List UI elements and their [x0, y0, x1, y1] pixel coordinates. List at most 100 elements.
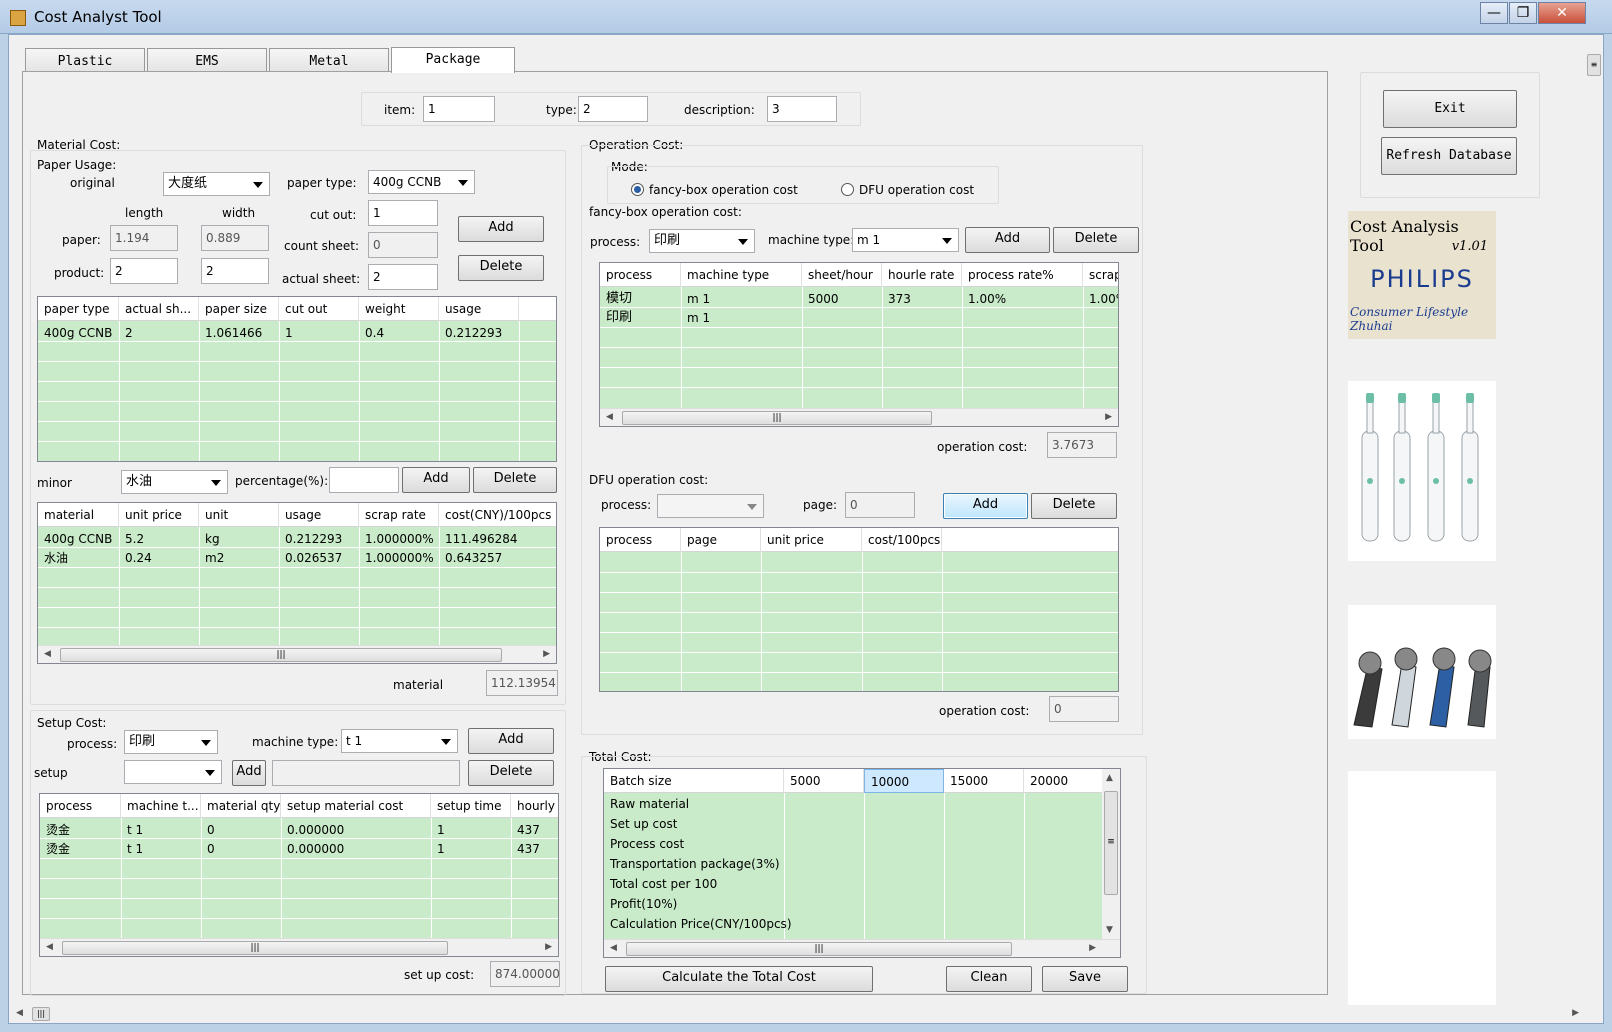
minor-grid-header[interactable]: cost(CNY)/100pcs: [439, 503, 556, 527]
setup-grid-header[interactable]: setup time: [431, 794, 511, 818]
paper-grid-cell[interactable]: 0.4: [359, 323, 384, 343]
minor-grid-cell[interactable]: 1.000000%: [359, 548, 434, 568]
paper-add-button[interactable]: Add: [458, 216, 544, 242]
minor-delete-button[interactable]: Delete: [473, 467, 557, 493]
percentage-input[interactable]: [329, 467, 399, 493]
setup-grid-header[interactable]: setup material cost: [281, 794, 431, 818]
setup-add-button[interactable]: Add: [468, 728, 554, 754]
refresh-database-button[interactable]: Refresh Database: [1381, 137, 1517, 175]
total-row-label[interactable]: Raw material: [604, 794, 689, 814]
total-grid-header-selected[interactable]: 10000: [864, 769, 944, 793]
paper-type-select[interactable]: 400g CCNB: [368, 170, 475, 194]
fancy-box-radio-label[interactable]: fancy-box operation cost: [649, 183, 798, 197]
setup-grid-cell[interactable]: 烫金: [40, 820, 70, 840]
total-grid[interactable]: Batch size 5000 10000 15000 20000 Raw ma…: [603, 768, 1121, 958]
paper-grid-cell[interactable]: 2: [119, 323, 133, 343]
paper-delete-button[interactable]: Delete: [458, 255, 544, 281]
fancy-grid-cell[interactable]: 1.00%: [962, 289, 1006, 309]
type-input[interactable]: 2: [578, 96, 648, 122]
dfu-delete-button[interactable]: Delete: [1031, 493, 1117, 519]
paper-grid-cell[interactable]: 0.212293: [439, 323, 502, 343]
minor-grid-header[interactable]: unit price: [119, 503, 199, 527]
minor-grid-header[interactable]: unit: [199, 503, 279, 527]
dfu-grid-header[interactable]: process: [600, 528, 681, 552]
setup-add-small-button[interactable]: Add: [232, 760, 266, 786]
clean-button[interactable]: Clean: [946, 966, 1032, 992]
dfu-radio-label[interactable]: DFU operation cost: [859, 183, 974, 197]
product-length-input[interactable]: 2: [110, 258, 178, 284]
paper-grid[interactable]: paper type actual sh... paper size cut o…: [37, 296, 557, 462]
tab-plastic[interactable]: Plastic: [25, 48, 145, 72]
tab-ems[interactable]: EMS: [147, 48, 267, 72]
setup-grid-scrollbar[interactable]: ◀ ||| ▶: [40, 938, 558, 956]
paper-grid-cell[interactable]: 400g CCNB: [38, 323, 112, 343]
fancy-grid-cell[interactable]: 5000: [802, 289, 839, 309]
total-row-label[interactable]: Transportation package(3%): [604, 854, 780, 874]
setup-grid-cell[interactable]: 烫金: [40, 839, 70, 859]
original-select[interactable]: 大度纸: [163, 172, 270, 196]
fancy-grid-cell[interactable]: m 1: [681, 308, 710, 328]
exit-button[interactable]: Exit: [1383, 90, 1517, 128]
minor-grid-cell[interactable]: 400g CCNB: [38, 529, 112, 549]
setup-grid-cell[interactable]: t 1: [121, 820, 143, 840]
minor-grid-cell[interactable]: kg: [199, 529, 220, 549]
fancy-grid-cell[interactable]: 373: [882, 289, 911, 309]
setup-grid-cell[interactable]: 1: [431, 820, 445, 840]
total-grid-vscrollbar[interactable]: ▲ ≡ ▼: [1102, 769, 1120, 941]
minor-grid-cell[interactable]: 5.2: [119, 529, 144, 549]
fancy-grid-header[interactable]: sheet/hour: [802, 263, 882, 287]
tab-metal[interactable]: Metal: [269, 48, 389, 72]
dfu-add-button[interactable]: Add: [943, 493, 1028, 519]
fancy-grid-cell[interactable]: m 1: [681, 289, 710, 309]
actual-sheet-input[interactable]: 2: [368, 264, 438, 290]
minor-grid-cell[interactable]: 0.026537: [279, 548, 342, 568]
setup-machine-type-select[interactable]: t 1: [341, 729, 458, 753]
save-button[interactable]: Save: [1042, 966, 1128, 992]
total-row-label[interactable]: Profit(10%): [604, 894, 677, 914]
minor-grid-cell[interactable]: 0.643257: [439, 548, 502, 568]
fancy-grid-scrollbar[interactable]: ◀ ||| ▶: [600, 408, 1118, 426]
minor-grid-cell[interactable]: m2: [199, 548, 224, 568]
fancy-grid-cell[interactable]: 模切: [600, 289, 632, 309]
setup-grid-header[interactable]: process: [40, 794, 121, 818]
minor-grid-cell[interactable]: 1.000000%: [359, 529, 434, 549]
fancy-delete-button[interactable]: Delete: [1053, 227, 1139, 253]
minor-grid-cell[interactable]: 水油: [38, 548, 68, 568]
dfu-radio[interactable]: [841, 183, 854, 196]
paper-grid-header[interactable]: usage: [439, 297, 519, 321]
cut-out-input[interactable]: 1: [368, 200, 438, 226]
fancy-box-radio[interactable]: [631, 183, 644, 196]
fancy-grid-cell[interactable]: 1.00%: [1083, 289, 1118, 309]
setup-process-select[interactable]: 印刷: [124, 730, 218, 754]
minor-grid-header[interactable]: material: [38, 503, 119, 527]
minor-grid-header[interactable]: scrap rate: [359, 503, 439, 527]
paper-grid-header[interactable]: paper size: [199, 297, 279, 321]
total-grid-header[interactable]: 20000: [1024, 769, 1104, 793]
total-grid-header[interactable]: Batch size: [604, 769, 784, 793]
setup-grid-cell[interactable]: 437: [511, 820, 540, 840]
setup-grid-cell[interactable]: 0: [201, 839, 215, 859]
setup-grid[interactable]: process machine t... material qty setup …: [39, 793, 559, 957]
dfu-grid-header[interactable]: unit price: [761, 528, 862, 552]
minor-add-button[interactable]: Add: [402, 467, 470, 493]
fancy-machine-type-select[interactable]: m 1: [852, 228, 959, 252]
fancy-grid-header[interactable]: process rate%: [962, 263, 1083, 287]
fancy-grid-header[interactable]: machine type: [681, 263, 802, 287]
total-row-label[interactable]: Calculation Price(CNY/100pcs): [604, 914, 792, 934]
maximize-button[interactable]: ❐: [1509, 2, 1537, 24]
total-grid-header[interactable]: 5000: [784, 769, 864, 793]
setup-grid-cell[interactable]: t 1: [121, 839, 143, 859]
setup-select[interactable]: [124, 760, 222, 784]
paper-grid-header[interactable]: cut out: [279, 297, 359, 321]
fancy-grid-header[interactable]: process: [600, 263, 681, 287]
description-input[interactable]: 3: [767, 96, 837, 122]
minimize-button[interactable]: —: [1480, 2, 1508, 24]
fancy-grid-cell[interactable]: 印刷: [600, 308, 632, 328]
paper-grid-header[interactable]: paper type: [38, 297, 119, 321]
setup-grid-header[interactable]: machine t...: [121, 794, 201, 818]
close-button[interactable]: ✕: [1538, 2, 1586, 24]
setup-grid-cell[interactable]: 437: [511, 839, 540, 859]
dfu-grid-header[interactable]: cost/100pcs: [862, 528, 942, 552]
minor-grid-cell[interactable]: 0.24: [119, 548, 152, 568]
window-vscrollbar[interactable]: ≡: [1585, 48, 1603, 1008]
